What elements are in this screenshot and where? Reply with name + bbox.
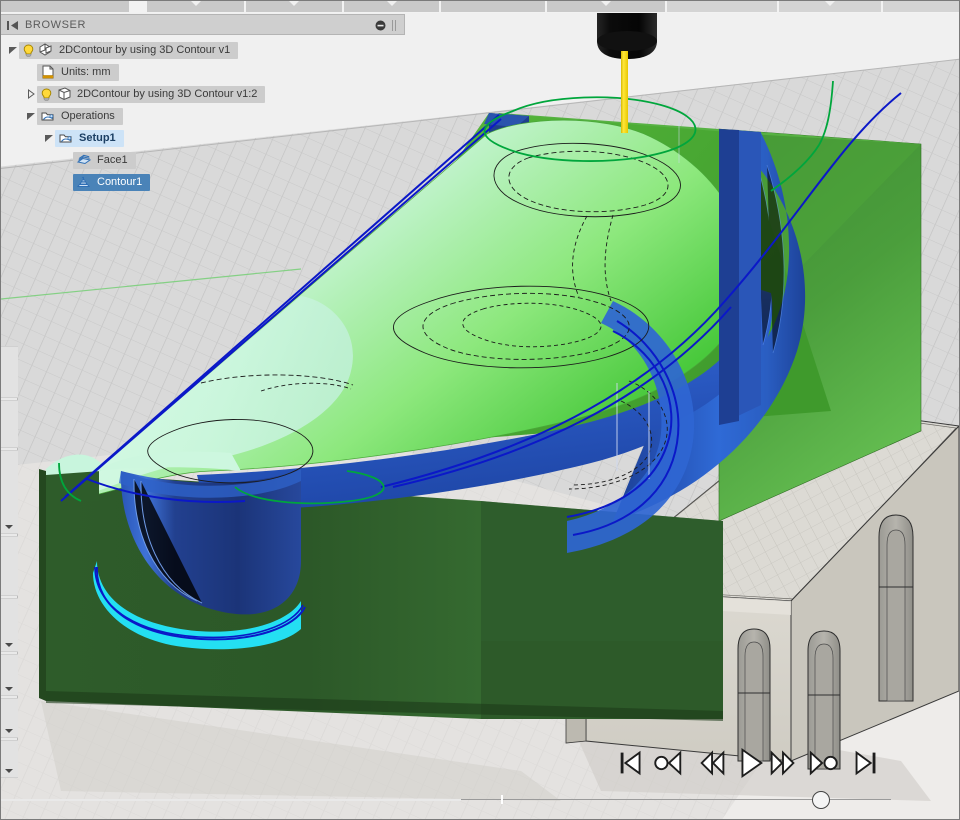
drag-grip-icon[interactable] xyxy=(391,20,398,31)
timeline-track-elapsed xyxy=(1,799,461,801)
toolbar-button-6[interactable] xyxy=(547,1,665,12)
left-tool-6[interactable] xyxy=(1,654,18,696)
left-tool-1[interactable] xyxy=(1,346,18,398)
face-operation-icon xyxy=(75,152,92,169)
rewind-button[interactable] xyxy=(696,743,730,783)
expander-expanded-icon[interactable] xyxy=(25,105,37,127)
top-toolbar-strip[interactable] xyxy=(1,1,959,13)
chevron-down-icon xyxy=(5,729,13,733)
toolbar-button-5[interactable] xyxy=(441,1,545,12)
left-tool-3[interactable] xyxy=(1,450,18,534)
skip-to-end-button[interactable] xyxy=(849,743,883,783)
application-window: BROWSER 2DContour by using 3D Contour v1… xyxy=(0,0,960,820)
tree-row[interactable]: Contour1 xyxy=(1,171,405,193)
lightbulb-icon[interactable] xyxy=(21,43,36,58)
left-tool-4[interactable] xyxy=(1,536,18,596)
collapse-left-icon[interactable] xyxy=(7,20,19,31)
chevron-down-icon xyxy=(289,1,299,6)
skip-to-start-icon xyxy=(620,750,641,776)
chevron-down-icon xyxy=(5,687,13,691)
expander-expanded-icon[interactable] xyxy=(7,39,19,61)
chevron-down-icon xyxy=(5,769,13,773)
simulation-timeline[interactable] xyxy=(1,789,959,813)
tree-item-operations[interactable]: Operations xyxy=(37,107,123,125)
tree-item-contour1[interactable]: Contour1 xyxy=(73,173,151,191)
toolbar-button-2[interactable] xyxy=(147,1,244,12)
tree-item-component[interactable]: 2DContour by using 3D Contour v1:2 xyxy=(37,85,266,103)
toolbar-button-1[interactable] xyxy=(1,1,129,12)
tree-item-units[interactable]: Units: mm xyxy=(37,63,119,81)
browser-panel-header: BROWSER xyxy=(1,14,405,35)
expander-placeholder xyxy=(25,61,37,83)
browser-panel-title: BROWSER xyxy=(25,19,87,31)
fast-forward-icon xyxy=(770,750,795,776)
tree-item-label: Setup1 xyxy=(79,132,116,144)
tree-row[interactable]: Face1 xyxy=(1,149,405,171)
toolbar-button-3[interactable] xyxy=(246,1,342,12)
chevron-down-icon xyxy=(190,1,201,6)
fast-rewind-icon xyxy=(700,750,725,776)
tree-item-label: Operations xyxy=(61,110,115,122)
expander-placeholder xyxy=(61,149,73,171)
tree-row[interactable]: 2DContour by using 3D Contour v1 xyxy=(1,39,405,61)
units-document-icon xyxy=(39,64,56,81)
skip-to-start-button[interactable] xyxy=(615,743,649,783)
left-tool-7[interactable] xyxy=(1,698,18,738)
browser-tree[interactable]: 2DContour by using 3D Contour v1 Units: m… xyxy=(1,35,405,193)
toolbar-button-4[interactable] xyxy=(344,1,439,12)
forward-button[interactable] xyxy=(766,743,800,783)
left-tool-5[interactable] xyxy=(1,598,18,652)
skip-to-end-icon xyxy=(855,750,876,776)
chevron-down-icon xyxy=(5,643,13,647)
chevron-down-icon xyxy=(825,1,835,6)
toolbar-button-7[interactable] xyxy=(667,1,777,12)
tree-row[interactable]: 2DContour by using 3D Contour v1:2 xyxy=(1,83,405,105)
timeline-handle[interactable] xyxy=(812,791,830,809)
tree-row[interactable]: Setup1 xyxy=(1,127,405,149)
chevron-down-icon xyxy=(386,1,397,6)
tree-row[interactable]: Operations xyxy=(1,105,405,127)
playback-controls[interactable] xyxy=(601,743,901,793)
tree-item-label: Contour1 xyxy=(97,176,143,188)
tree-row[interactable]: Units: mm xyxy=(1,61,405,83)
tree-item-label: Face1 xyxy=(97,154,128,166)
browser-panel[interactable]: BROWSER 2DContour by using 3D Contour v1… xyxy=(1,14,405,193)
tree-item-label: 2DContour by using 3D Contour v1 xyxy=(59,44,231,56)
operations-folder-icon xyxy=(39,108,56,125)
step-forward-button[interactable] xyxy=(807,743,841,783)
lightbulb-icon[interactable] xyxy=(39,87,54,102)
tree-item-label: Units: mm xyxy=(61,66,111,78)
chevron-down-icon xyxy=(601,1,611,6)
expander-placeholder xyxy=(61,171,73,193)
left-tool-2[interactable] xyxy=(1,400,18,448)
tree-item-document-root[interactable]: 2DContour by using 3D Contour v1 xyxy=(19,41,239,59)
component-root-icon xyxy=(37,42,54,59)
step-back-circle-icon xyxy=(654,750,682,776)
contour-operation-icon xyxy=(75,174,92,191)
step-forward-circle-icon xyxy=(809,750,838,776)
step-back-button[interactable] xyxy=(651,743,685,783)
setup-folder-icon xyxy=(57,130,74,147)
toolbar-button-9[interactable] xyxy=(883,1,959,12)
tree-item-face1[interactable]: Face1 xyxy=(73,151,136,169)
tree-item-label: 2DContour by using 3D Contour v1:2 xyxy=(77,88,258,100)
tool-shaft xyxy=(621,51,628,133)
chevron-down-icon xyxy=(5,525,13,529)
minimize-circle-icon[interactable] xyxy=(375,20,386,31)
expander-expanded-icon[interactable] xyxy=(43,127,55,149)
tree-item-setup1[interactable]: Setup1 xyxy=(55,129,124,147)
body-cube-icon xyxy=(55,86,72,103)
timeline-tick-marker xyxy=(501,795,503,804)
toolbar-button-8[interactable] xyxy=(779,1,881,12)
left-toolbar-strip[interactable] xyxy=(1,346,18,778)
expander-collapsed-icon[interactable] xyxy=(25,83,37,105)
left-tool-8[interactable] xyxy=(1,740,18,778)
play-button[interactable] xyxy=(733,743,767,783)
play-icon xyxy=(741,747,763,779)
